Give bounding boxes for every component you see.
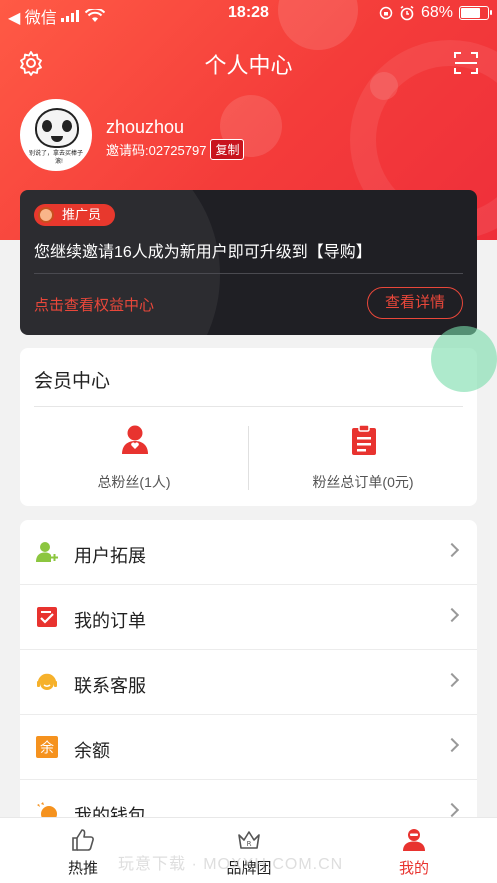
avatar-caption: 别说了，拿去买棒子，滚!	[29, 151, 90, 165]
username: zhouzhou	[106, 117, 185, 137]
view-details-button[interactable]: 查看详情	[367, 287, 463, 319]
tab-mine[interactable]: 我的	[331, 818, 497, 883]
status-right: 68%	[379, 4, 492, 22]
tab-label: 我的	[398, 860, 429, 877]
invite-row: 邀请码:02725797 复制	[106, 139, 245, 160]
menu-label: 用户拓展	[74, 546, 146, 566]
menu-item-balance[interactable]: 余 余额	[20, 715, 477, 780]
top-bar: 个人中心	[0, 40, 497, 84]
page-title: 个人中心	[204, 53, 293, 78]
scan-icon[interactable]	[453, 50, 479, 76]
menu-label: 余额	[74, 741, 110, 761]
rotation-lock-icon	[379, 6, 393, 20]
menu-item-customer-service[interactable]: 联系客服	[20, 650, 477, 715]
svg-text:R: R	[247, 840, 252, 848]
battery-level	[461, 8, 481, 18]
divider	[34, 273, 463, 274]
menu-item-user-expansion[interactable]: 用户拓展	[20, 520, 477, 585]
menu-label: 我的订单	[74, 611, 146, 631]
copy-button[interactable]: 复制	[210, 139, 245, 160]
avatar-face	[35, 108, 79, 148]
chevron-right-icon	[444, 542, 460, 558]
member-center-title: 会员中心	[34, 371, 111, 392]
crown-icon: R	[238, 831, 260, 849]
promoter-card: 推广员 您继续邀请16人成为新用户即可升级到【导购】 点击查看权益中心 查看详情	[20, 190, 477, 335]
menu-item-wallet[interactable]: 我的钱包	[20, 780, 477, 820]
thumbs-up-icon	[72, 829, 94, 851]
floating-bubble[interactable]	[431, 326, 497, 392]
chevron-right-icon	[444, 672, 460, 688]
watermark: 玩意下载 · MOXXH.COM.CN	[118, 856, 344, 873]
invite-code: 邀请码:02725797	[106, 143, 207, 158]
avatar[interactable]: 别说了，拿去买棒子，滚!	[20, 99, 92, 171]
customer-service-icon	[37, 673, 57, 690]
promoter-badge-label: 推广员	[62, 207, 102, 222]
order-icon	[37, 607, 57, 627]
fan-orders-label: 粉丝总订单(0元)	[312, 474, 414, 490]
menu-label: 联系客服	[74, 676, 146, 696]
battery-percent: 68%	[420, 4, 453, 21]
chevron-right-icon	[444, 802, 460, 818]
clipboard-icon	[352, 424, 376, 455]
divider	[34, 406, 463, 407]
status-bar: ◀ 微信 18:28 68%	[0, 0, 497, 28]
svg-text:余: 余	[40, 740, 54, 757]
alarm-icon	[400, 5, 414, 21]
user-add-icon	[36, 542, 58, 562]
badge-medal-icon	[38, 207, 54, 223]
total-fans-button[interactable]: 总粉丝(1人)	[20, 424, 248, 494]
fan-orders-button[interactable]: 粉丝总订单(0元)	[249, 424, 477, 494]
total-fans-label: 总粉丝(1人)	[97, 474, 171, 490]
battery-icon	[459, 6, 492, 20]
balance-icon: 余	[36, 736, 58, 758]
user-icon	[403, 829, 425, 851]
fans-icon	[122, 425, 148, 454]
upgrade-message: 您继续邀请16人成为新用户即可升级到【导购】	[34, 244, 372, 261]
member-center-card: 会员中心 总粉丝(1人) 粉丝总订单(0元)	[20, 348, 477, 506]
chevron-right-icon	[444, 737, 460, 753]
menu-list: 用户拓展 我的订单 联系客服 余 余额 我的钱包	[20, 520, 477, 820]
chevron-right-icon	[444, 607, 460, 623]
promoter-badge: 推广员	[34, 204, 116, 226]
menu-item-my-orders[interactable]: 我的订单	[20, 585, 477, 650]
benefits-link[interactable]: 点击查看权益中心	[34, 294, 154, 315]
